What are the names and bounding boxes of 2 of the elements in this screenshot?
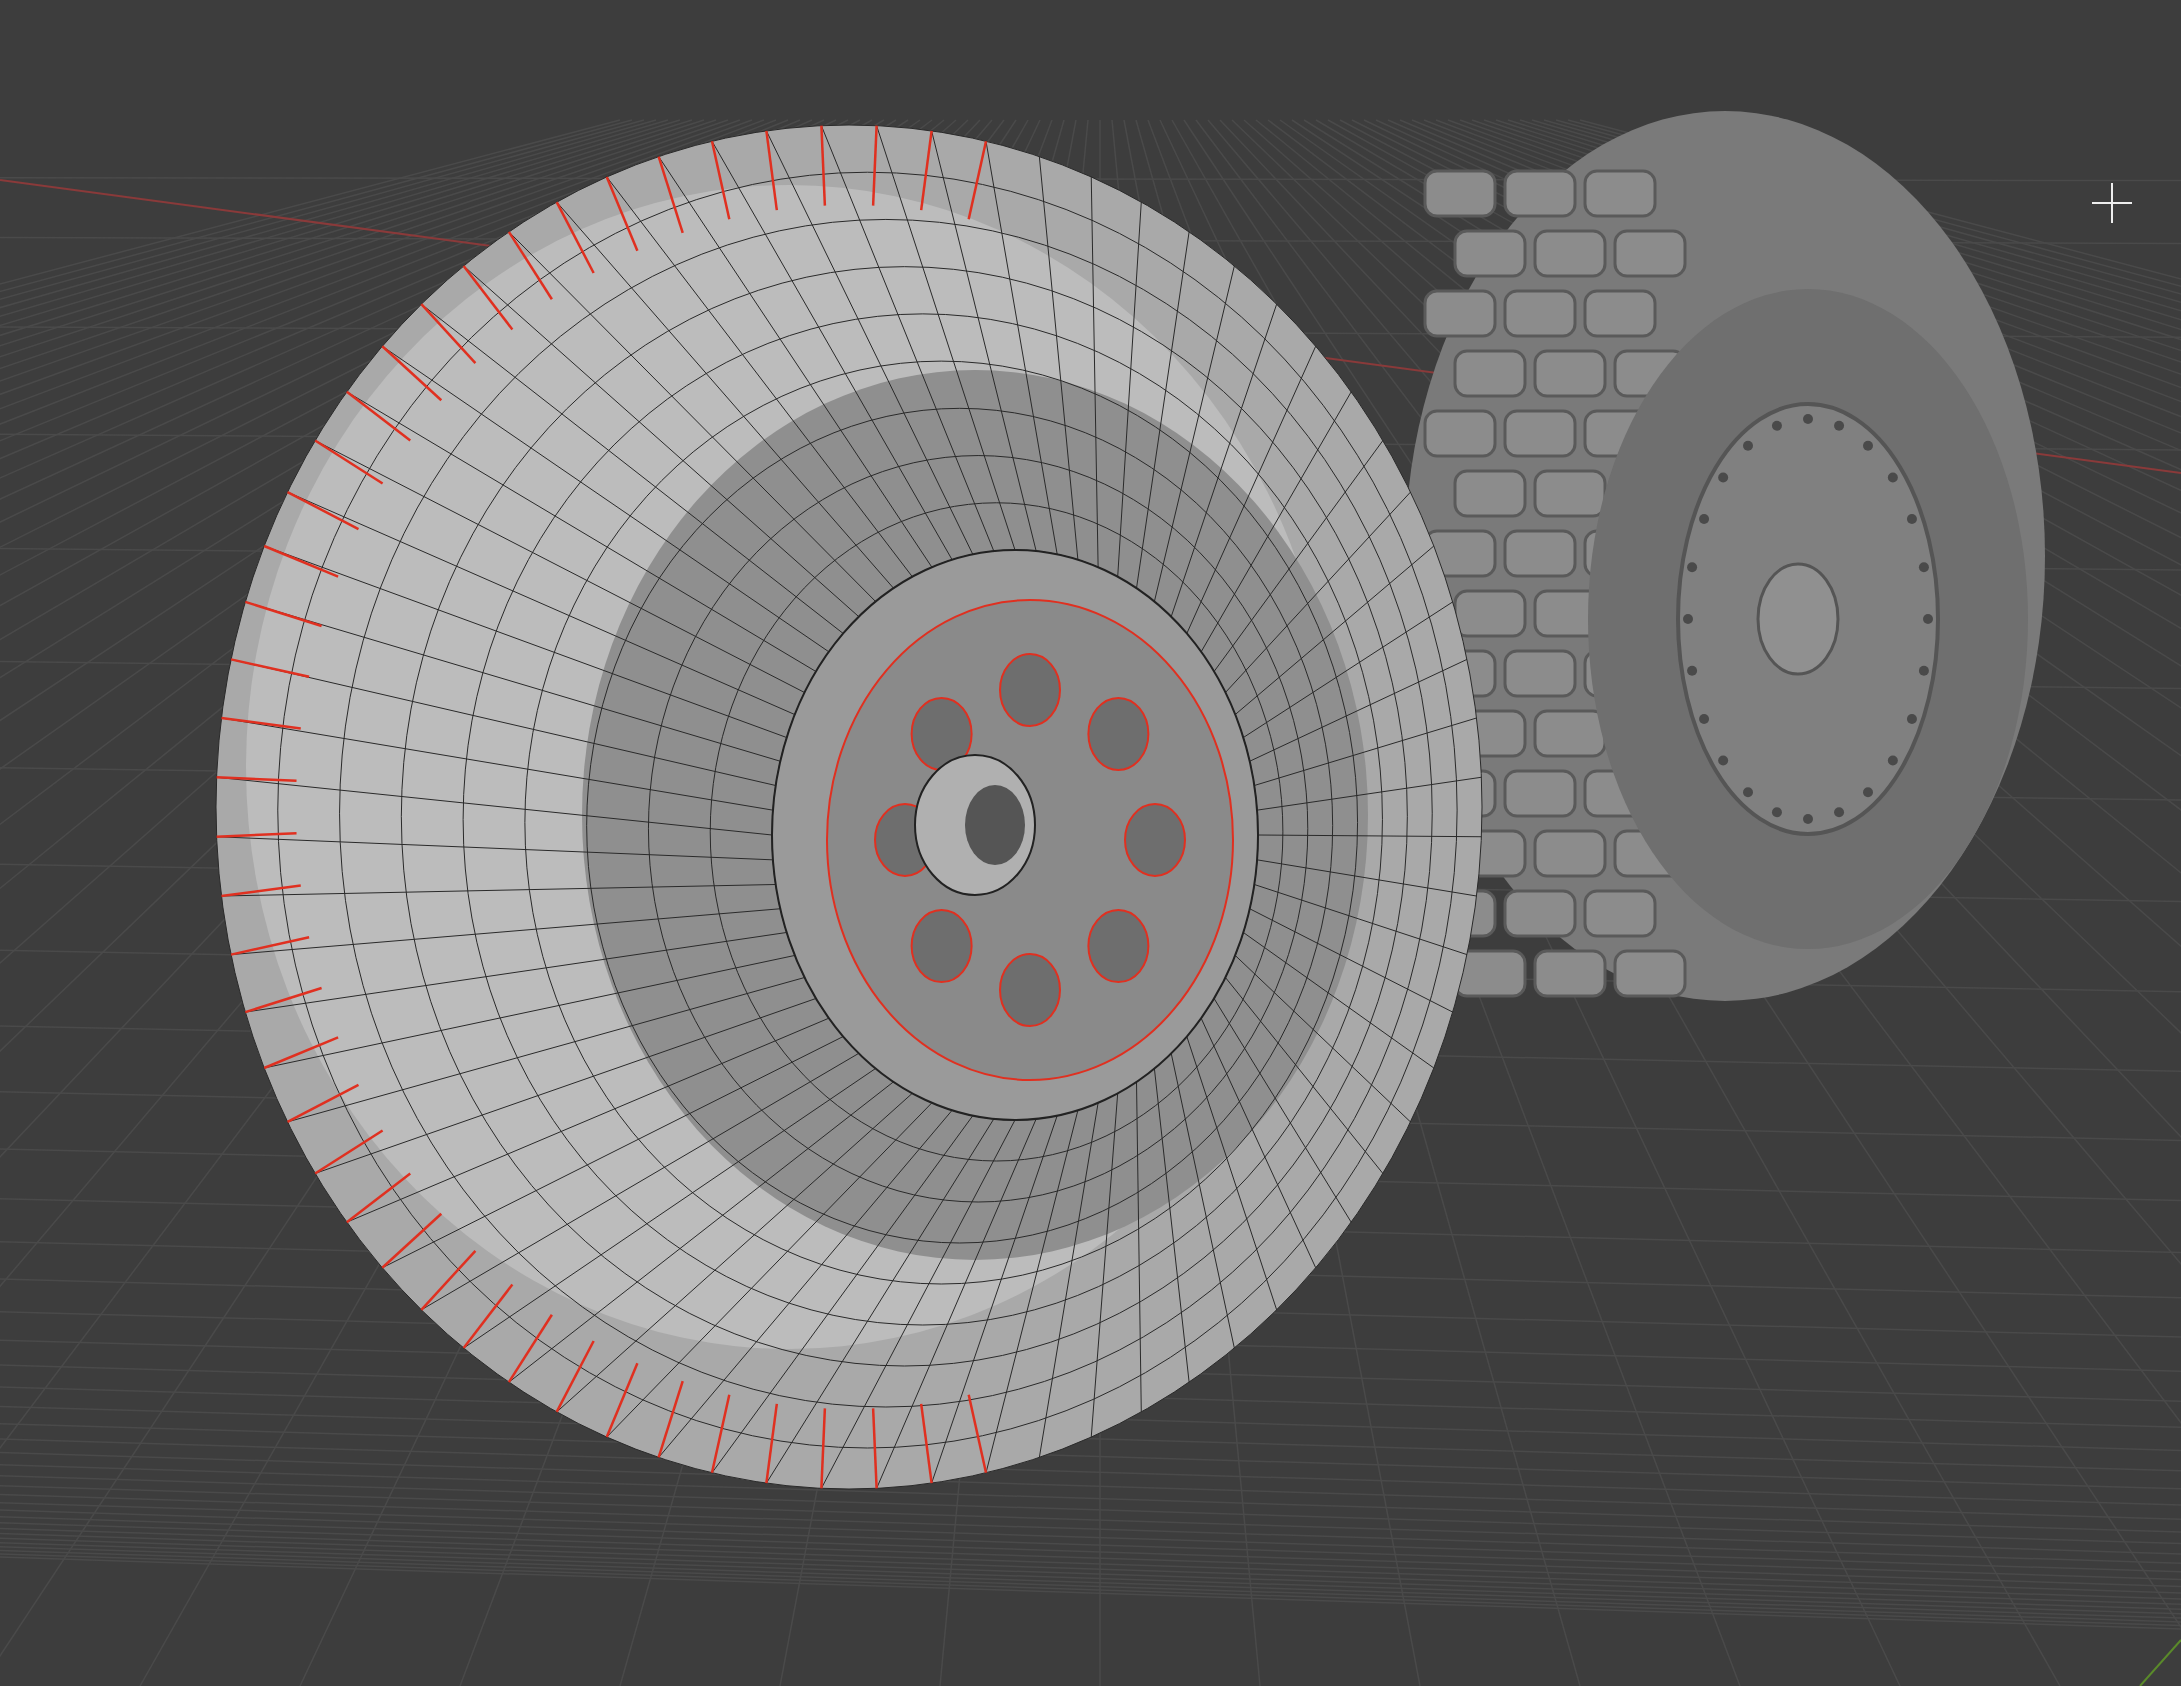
3d-cursor-icon[interactable] [2091,182,2133,224]
y-axis-line [2139,1639,2181,1686]
